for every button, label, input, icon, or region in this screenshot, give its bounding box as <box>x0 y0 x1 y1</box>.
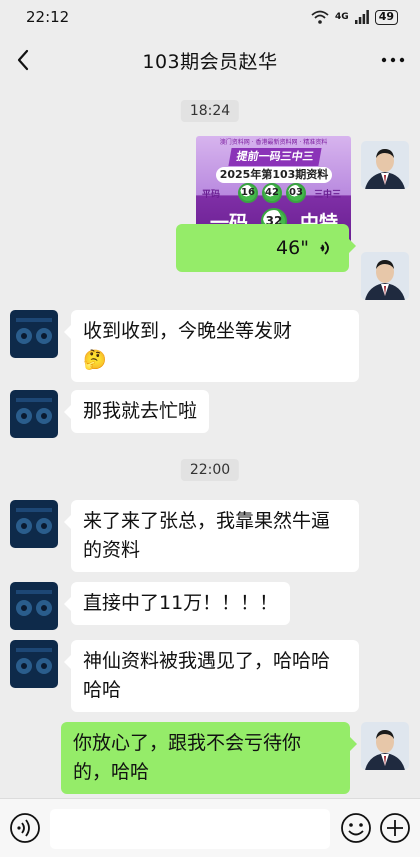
contact-avatar-icon <box>10 500 58 548</box>
person-avatar-icon <box>361 141 409 189</box>
contact-avatar-icon <box>10 310 58 358</box>
promo-right-label: 三中三 <box>314 190 342 200</box>
contact-avatar-icon <box>10 582 58 630</box>
chat-title: 103期会员赵华 <box>142 50 278 73</box>
message-text: 来了来了张总，我靠果然牛逼的资料 <box>83 510 331 561</box>
avatar-contact[interactable] <box>10 310 58 358</box>
promo-left-label: 平码 <box>202 190 221 200</box>
message-text: 直接中了11万！！！！ <box>83 592 279 614</box>
promo-issue-label: 2025年第103期资料 <box>216 167 332 183</box>
person-avatar-icon <box>361 722 409 770</box>
message-bubble-received[interactable]: 直接中了11万！！！！ <box>63 582 291 625</box>
promo-ball: 42 <box>262 183 282 203</box>
status-bar: 22:12 4G 49 <box>0 0 420 34</box>
timestamp-separator: 18:24 <box>180 100 240 122</box>
promo-banner: 提前一码三中三 <box>228 148 322 166</box>
message-text: 神仙资料被我遇见了，哈哈哈哈哈 <box>83 650 331 701</box>
plus-icon[interactable] <box>378 811 412 845</box>
avatar-contact[interactable] <box>10 500 58 548</box>
status-time: 22:12 <box>26 8 70 26</box>
more-options-icon[interactable] <box>380 46 406 74</box>
battery-icon: 49 <box>374 9 398 25</box>
status-icons: 4G 49 <box>311 9 398 25</box>
message-bubble-sent[interactable]: 你放心了，跟我不会亏待你的，哈哈 <box>61 722 357 794</box>
voice-input-icon[interactable] <box>8 811 42 845</box>
avatar-contact[interactable] <box>10 582 58 630</box>
avatar-contact[interactable] <box>10 640 58 688</box>
message-input[interactable] <box>50 809 330 849</box>
chat-header: 103期会员赵华 <box>0 34 420 86</box>
input-bar <box>0 798 420 857</box>
message-bubble-received[interactable]: 神仙资料被我遇见了，哈哈哈哈哈 <box>64 640 359 712</box>
promo-ball: 16 <box>238 183 258 203</box>
back-arrow-icon[interactable] <box>10 46 38 74</box>
message-bubble-received[interactable]: 收到收到，今晚坐等发财 🤔 <box>64 310 359 382</box>
timestamp-separator: 22:00 <box>180 459 240 481</box>
message-text: 那我就去忙啦 <box>83 400 198 422</box>
thinking-emoji: 🤔 <box>83 349 107 371</box>
emoji-icon[interactable] <box>339 811 373 845</box>
voice-message-bubble[interactable]: 46" <box>176 224 356 272</box>
network-label: 4G <box>335 12 349 22</box>
avatar-self[interactable] <box>361 722 409 770</box>
voice-wave-icon <box>320 241 329 255</box>
message-bubble-received[interactable]: 那我就去忙啦 <box>63 390 210 433</box>
avatar-self[interactable] <box>361 141 409 189</box>
contact-avatar-icon <box>10 640 58 688</box>
message-bubble-received[interactable]: 来了来了张总，我靠果然牛逼的资料 <box>64 500 359 572</box>
contact-avatar-icon <box>10 390 58 438</box>
voice-duration: 46" <box>276 237 309 259</box>
avatar-self[interactable] <box>361 252 409 300</box>
message-text: 你放心了，跟我不会亏待你的，哈哈 <box>73 732 302 783</box>
wifi-icon <box>311 10 329 24</box>
avatar-contact[interactable] <box>10 390 58 438</box>
person-avatar-icon <box>361 252 409 300</box>
promo-ball: 03 <box>286 183 306 203</box>
message-text: 收到收到，今晚坐等发财 <box>83 320 293 342</box>
signal-icon <box>354 10 369 24</box>
